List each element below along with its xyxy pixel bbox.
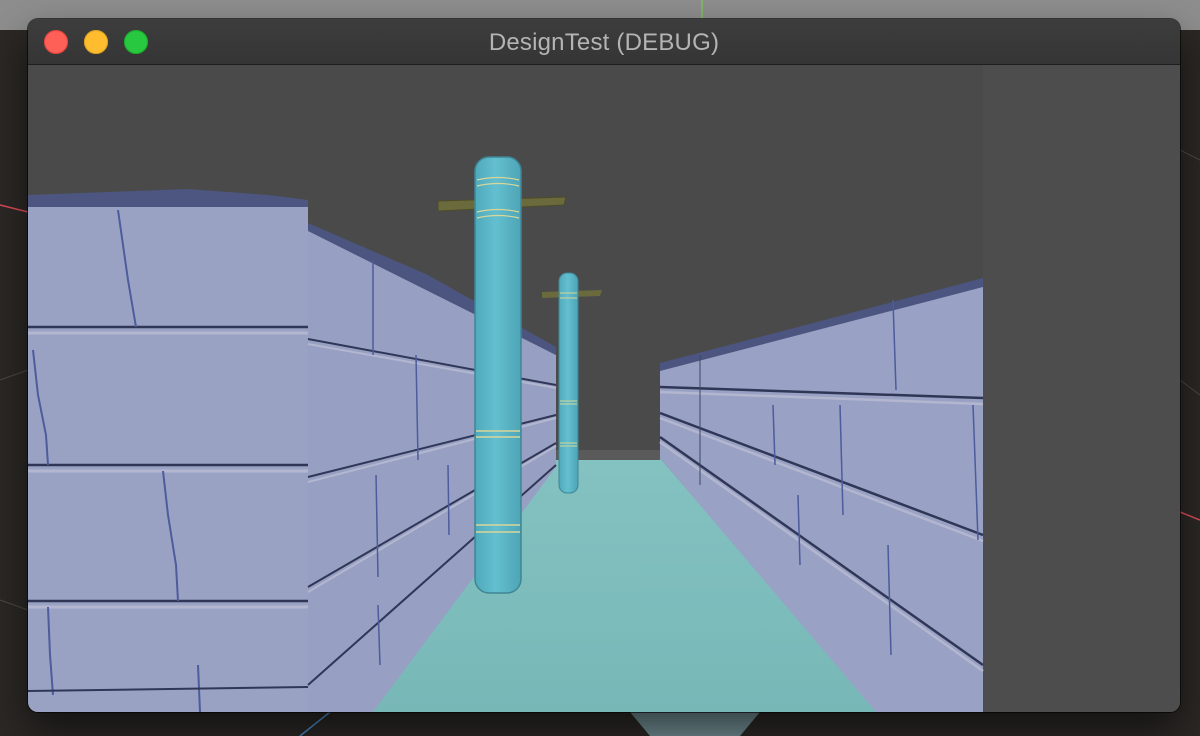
title-bar: DesignTest (DEBUG) — [28, 19, 1180, 65]
corridor-scene — [28, 65, 1180, 712]
left-wall-near — [28, 189, 309, 712]
game-viewport[interactable] — [28, 65, 1180, 712]
window-title: DesignTest (DEBUG) — [488, 29, 720, 56]
app-window: DesignTest (DEBUG) — [28, 19, 1180, 712]
